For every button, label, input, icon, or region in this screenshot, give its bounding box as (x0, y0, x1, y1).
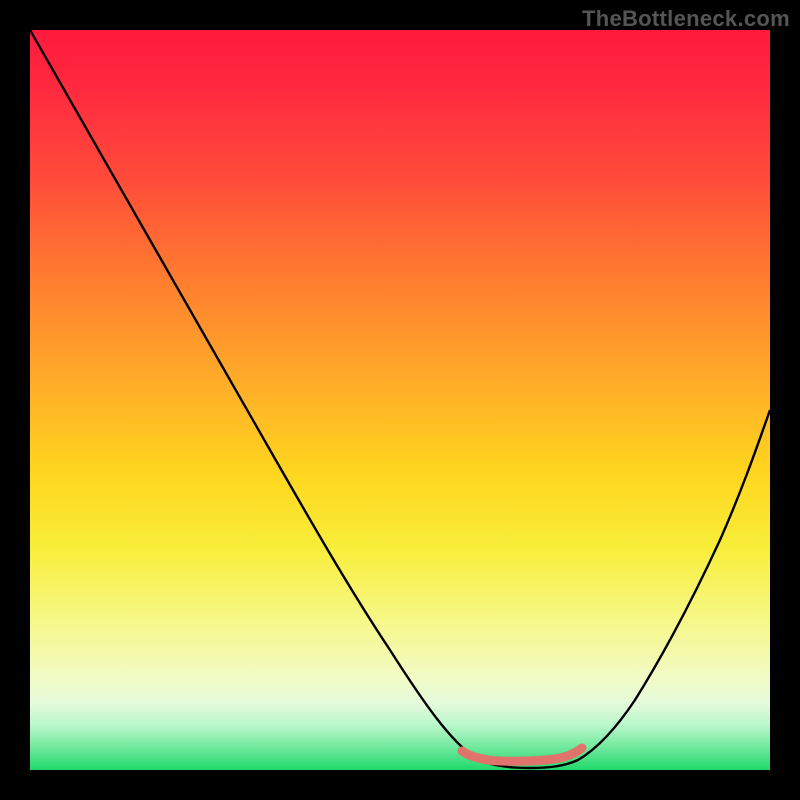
bottleneck-curve (30, 30, 770, 768)
chart-svg (30, 30, 770, 770)
watermark-text: TheBottleneck.com (582, 6, 790, 32)
chart-frame: TheBottleneck.com (0, 0, 800, 800)
sweet-spot-marker (462, 748, 582, 761)
plot-area (30, 30, 770, 770)
